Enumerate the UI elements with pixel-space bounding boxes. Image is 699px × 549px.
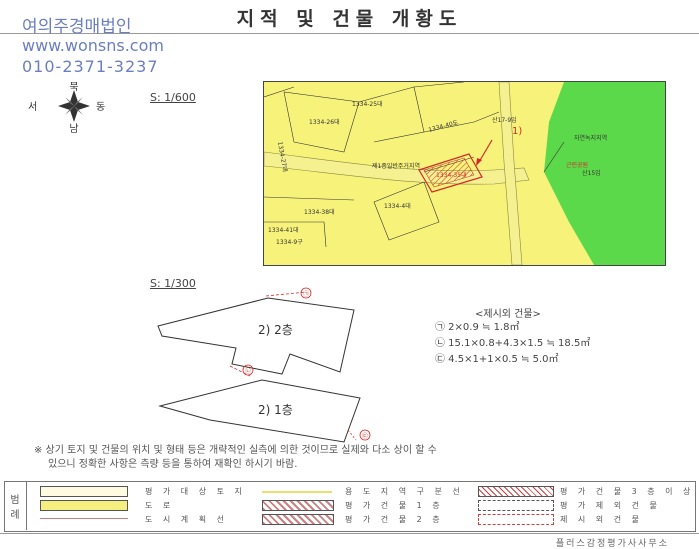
note-line-2: 있으니 정확한 사항은 측량 등을 통하여 재확인 하시기 바람. (48, 459, 298, 470)
legend-swatch-excluded-eval (478, 500, 554, 511)
legend-item-excluded-eval: 평 가 제 외 건 물 (560, 501, 661, 510)
cadastral-map: 1) 1334-25대 1334-26대 1334-27대 1334-40도 1… (263, 81, 666, 266)
legend-swatch-floor3 (478, 486, 554, 497)
parcel-san17-9: 산17-9임 (492, 116, 517, 124)
watermark-phone: 010-2371-3237 (22, 57, 159, 76)
legend-item-land: 평 가 대 상 토 지 (145, 487, 246, 496)
note-line-1: ※ 상기 토지 및 건물의 위치 및 형태 등은 개략적인 실측에 의한 것이므… (34, 445, 437, 456)
marker-c: ㉢ (362, 432, 368, 440)
excluded-heading: <제시외 건물> (475, 309, 541, 320)
parcel-1334-38: 1334-38대 (304, 208, 335, 216)
parcel-san15: 산15임 (582, 169, 601, 177)
legend-swatch-floor2 (262, 514, 334, 525)
legend-swatch-land (40, 486, 128, 497)
watermark-company: 여의주경매법인 (22, 17, 132, 37)
excluded-item-b: ㉡ 15.1×0.8+4.3×1.5 ≒ 18.5㎡ (435, 338, 591, 349)
parcel-1334-9: 1334-9구 (276, 239, 303, 246)
zone-label-green: 자연녹지지역 (574, 134, 607, 142)
map-scale: S: 1/600 (150, 91, 196, 104)
legend-swatch-floor1 (262, 500, 334, 511)
excluded-item-a: ㉠ 2×0.9 ≒ 1.8㎡ (435, 322, 520, 333)
map-marker-1: 1) (512, 126, 522, 137)
compass-south: 남 (69, 123, 78, 134)
building-plan: ㉠ ㉡ 2) 2층 ㉢ 2) 1층 (157, 287, 371, 443)
legend-item-floor3: 평 가 건 물 3 층 이 상 (560, 487, 695, 496)
disclaimer-note: ※ 상기 토지 및 건물의 위치 및 형태 등은 개략적인 실측에 의한 것이므… (34, 444, 674, 472)
floor1-label: 2) 1층 (258, 403, 293, 417)
legend-item-floor2: 평 가 건 물 2 층 (345, 515, 444, 524)
parcel-1334-35: 1334-35대 (436, 171, 467, 179)
parcel-1334-25: 1334-25대 (352, 100, 383, 108)
legend-item-floor1: 평 가 건 물 1 층 (345, 501, 444, 510)
footer-office: 플러스감정평가사사무소 (555, 539, 669, 549)
legend-item-zone: 용 도 지 역 구 분 선 (345, 487, 464, 496)
compass-west: 서 (28, 101, 37, 113)
legend-item-road: 도 로 (145, 501, 175, 510)
legend-swatch-zone (262, 491, 332, 493)
parcel-1334-26: 1334-26대 (309, 118, 340, 126)
compass-east: 동 (96, 101, 105, 113)
watermark-website: www.wonsns.com (22, 36, 164, 55)
marker-b: ㉡ (245, 367, 251, 375)
legend-label: 범례 (4, 481, 27, 530)
excluded-item-c: ㉢ 4.5×1+1×0.5 ≒ 5.0㎡ (435, 354, 559, 365)
legend-swatch-road (40, 500, 128, 511)
legend-swatch-excluded (478, 514, 554, 525)
legend-item-cityplan: 도 시 계 획 선 (145, 515, 228, 524)
excluded-list: ㉠ 2×0.9 ≒ 1.8㎡ ㉡ 15.1×0.8+4.3×1.5 ≒ 18.5… (435, 320, 590, 368)
legend-item-excluded: 제 시 외 건 물 (560, 515, 643, 524)
footer-divider (0, 533, 699, 534)
zone-label-park: 근린공원 (566, 161, 588, 169)
compass-north: 북 (69, 82, 78, 93)
marker-a: ㉠ (303, 290, 309, 298)
parcel-1334-41: 1334-41대 (268, 226, 299, 234)
zone-label-residential: 제1종일반주거지역 (372, 162, 420, 170)
parcel-1334-4: 1334-4대 (384, 202, 411, 210)
floor2-label: 2) 2층 (258, 323, 293, 337)
legend-swatch-cityplan (40, 518, 128, 519)
compass-icon: 북 남 서 동 (28, 82, 105, 134)
